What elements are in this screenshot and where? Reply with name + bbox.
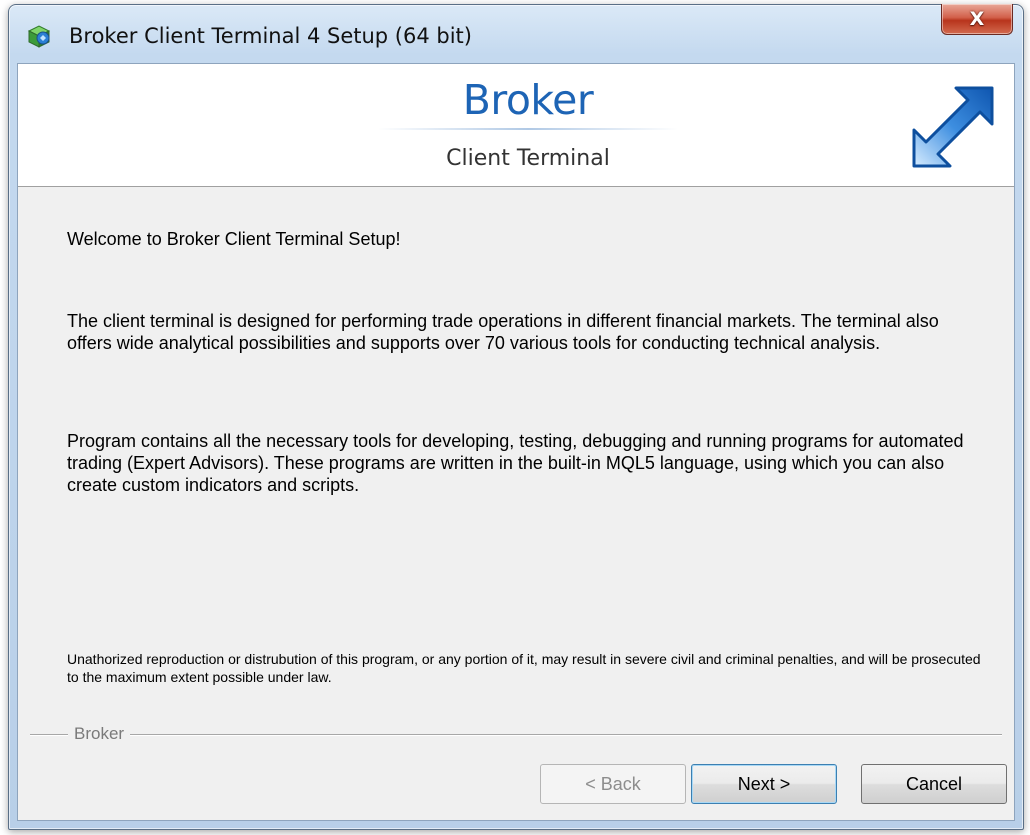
window-title: Broker Client Terminal 4 Setup (64 bit) xyxy=(69,24,472,48)
close-button[interactable]: X xyxy=(941,4,1013,35)
back-button[interactable]: < Back xyxy=(540,764,686,804)
close-icon: X xyxy=(969,8,985,30)
description-paragraph-1: The client terminal is designed for perf… xyxy=(67,311,939,353)
footer-group-label: Broker xyxy=(68,724,131,744)
welcome-heading: Welcome to Broker Client Terminal Setup! xyxy=(67,229,401,249)
brand-subtitle: Client Terminal xyxy=(446,146,610,171)
double-arrow-icon xyxy=(912,86,994,168)
legal-notice: Unathorized reproduction or distrubution… xyxy=(67,651,981,685)
title-bar[interactable]: Broker Client Terminal 4 Setup (64 bit) … xyxy=(9,4,1023,65)
header-banner: Broker Client Terminal xyxy=(18,64,1014,187)
setup-window: Broker Client Terminal 4 Setup (64 bit) … xyxy=(8,4,1024,830)
brand-divider xyxy=(378,128,678,130)
description-paragraph-2: Program contains all the necessary tools… xyxy=(67,431,964,495)
cancel-button[interactable]: Cancel xyxy=(861,764,1007,804)
next-button[interactable]: Next > xyxy=(691,764,837,804)
dialog-client-area: Broker Client Terminal Welcome to Broker… xyxy=(17,63,1015,821)
brand-name: Broker xyxy=(462,76,594,124)
installer-box-icon xyxy=(27,25,51,48)
footer-divider xyxy=(30,734,1002,735)
